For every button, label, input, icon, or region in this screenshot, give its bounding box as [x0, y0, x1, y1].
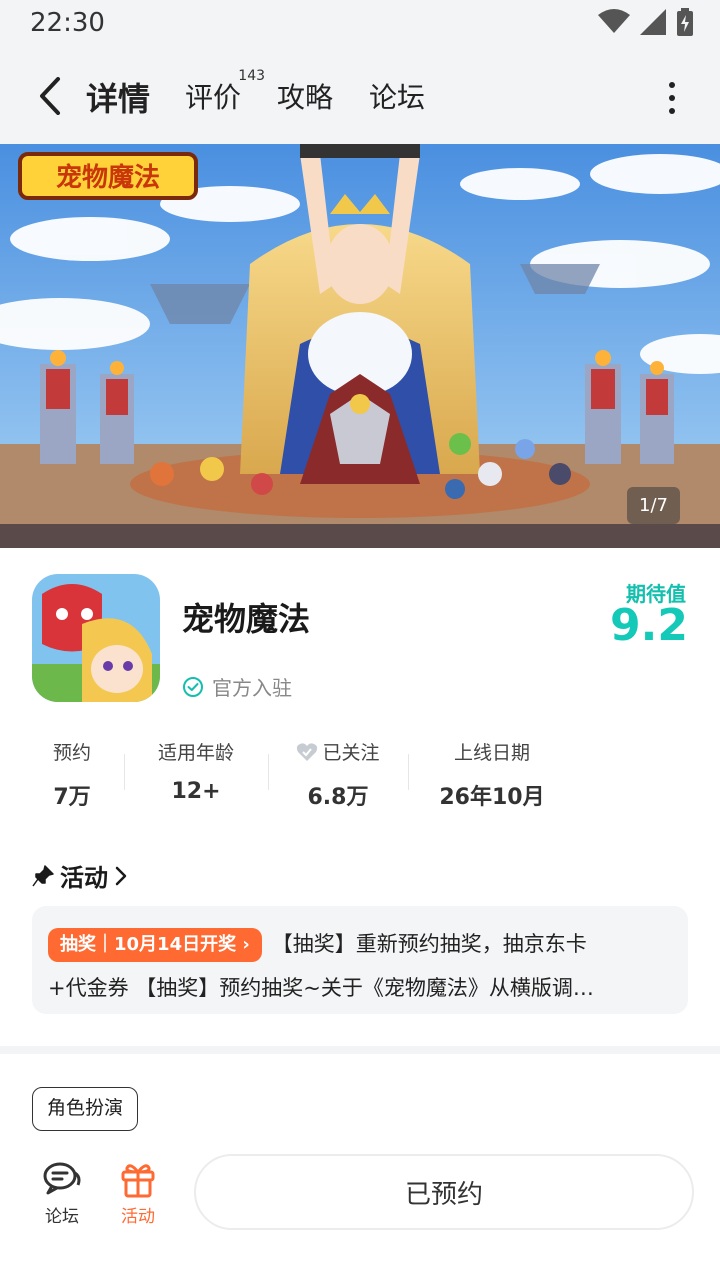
review-count-badge: 143 [238, 68, 266, 84]
followers-label: 已关注 [322, 742, 380, 764]
activity-button[interactable]: 活动 [108, 1156, 168, 1227]
stat-value: 12+ [171, 779, 221, 804]
back-button[interactable] [30, 72, 70, 120]
app-icon[interactable] [32, 574, 160, 702]
stats-row: 预约 7万 适用年龄 12+ 已关注 6.8万 上线日期 26年10月 [0, 738, 720, 811]
stat-label: 预约 [52, 742, 91, 764]
stat-value: 6.8万 [307, 785, 369, 810]
chevron-right-icon [115, 866, 127, 885]
activity-title: 活动 [60, 864, 108, 892]
chevron-left-icon [40, 77, 60, 115]
more-menu-button[interactable] [662, 78, 682, 118]
signal-icon [640, 9, 666, 35]
chat-bubble-icon [43, 1162, 81, 1195]
stat-label: 适用年龄 [157, 742, 234, 764]
activity-line-1: 抽奖｜10月14日开奖 › 【抽奖】重新预约抽奖，抽京东卡 [48, 922, 672, 966]
tab-details[interactable]: 详情 [82, 74, 155, 120]
stat-divider [268, 754, 269, 790]
tab-label: 评价 [185, 81, 242, 114]
banner-artwork: 宠物魔法 [0, 144, 720, 548]
stat-value: 7万 [53, 785, 91, 810]
forum-label: 论坛 [45, 1207, 79, 1227]
lottery-tag[interactable]: 抽奖｜10月14日开奖 › [48, 928, 262, 962]
dot [669, 95, 675, 101]
battery-icon [677, 8, 693, 36]
stat-label: 上线日期 [453, 742, 530, 764]
stat-reservations: 预约 7万 [32, 738, 112, 811]
activity-text-1: 【抽奖】重新预约抽奖，抽京东卡 [271, 932, 587, 956]
section-divider [0, 1046, 720, 1054]
stat-release-date: 上线日期 26年10月 [432, 738, 552, 811]
forum-button[interactable]: 论坛 [32, 1156, 92, 1227]
expectation-score: 9.2 [610, 600, 688, 651]
stat-followers[interactable]: 已关注 6.8万 [288, 738, 388, 811]
activity-section-header[interactable]: 活动 [32, 858, 128, 893]
official-badge: 官方入驻 [182, 672, 292, 701]
tab-label: 论坛 [369, 81, 426, 114]
verified-icon [183, 676, 203, 697]
status-icons [598, 8, 694, 36]
tab-guides[interactable]: 攻略 [277, 76, 333, 116]
activity-label: 活动 [121, 1207, 155, 1227]
tab-label: 攻略 [277, 81, 334, 114]
stat-value: 26年10月 [439, 785, 545, 810]
stat-divider [408, 754, 409, 790]
app-name: 宠物魔法 [182, 600, 311, 638]
tab-forum[interactable]: 论坛 [369, 76, 425, 116]
app-icon-artwork [32, 574, 160, 702]
bottom-action-bar: 论坛 活动 已预约 [0, 1150, 720, 1240]
game-logo-text: 宠物魔法 [56, 162, 160, 192]
reserved-button[interactable]: 已预约 [194, 1154, 694, 1230]
status-time: 22:30 [30, 8, 105, 38]
gift-icon [121, 1164, 155, 1198]
top-nav: 详情 评价 143 攻略 论坛 [0, 48, 720, 144]
dot [669, 82, 675, 88]
pin-icon [32, 864, 54, 886]
heart-check-icon [297, 742, 318, 761]
stat-age-rating: 适用年龄 12+ [146, 738, 246, 804]
official-label: 官方入驻 [212, 676, 292, 700]
activity-text-2: +代金券 【抽奖】预约抽奖~关于《宠物魔法》从横版调… [48, 976, 594, 1000]
tab-label: 详情 [86, 80, 151, 118]
screenshot-carousel[interactable]: 宠物魔法 1/7 [0, 144, 720, 548]
wifi-icon [598, 9, 630, 33]
carousel-counter: 1/7 [627, 487, 680, 524]
genre-tag[interactable]: 角色扮演 [32, 1087, 139, 1131]
stat-divider [124, 754, 125, 790]
lottery-tag-label: 抽奖｜10月14日开奖 [60, 934, 237, 955]
stat-label: 已关注 [288, 738, 388, 765]
status-bar: 22:30 [0, 0, 720, 48]
dot [669, 108, 675, 114]
tab-reviews[interactable]: 评价 143 [185, 68, 265, 116]
activity-card[interactable]: 抽奖｜10月14日开奖 › 【抽奖】重新预约抽奖，抽京东卡 +代金券 【抽奖】预约… [32, 906, 688, 1014]
